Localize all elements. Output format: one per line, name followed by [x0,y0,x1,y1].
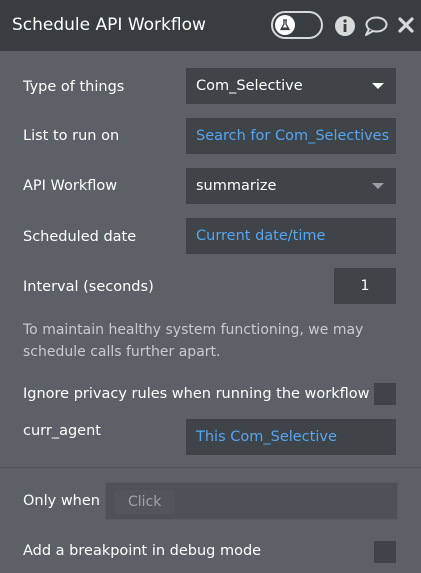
info-icon[interactable] [334,15,356,37]
interval-input[interactable] [334,268,396,304]
close-icon[interactable] [397,15,415,37]
scheduled-date-label: Scheduled date [23,229,137,245]
curr-agent-value: This Com_Selective [196,429,337,445]
breakpoint-checkbox[interactable] [374,541,396,563]
curr-agent-field[interactable]: This Com_Selective [186,419,396,455]
breakpoint-label: Add a breakpoint in debug mode [23,543,262,559]
chevron-down-icon [372,83,384,89]
interval-note: To maintain healthy system functioning, … [23,322,364,360]
flask-icon [279,16,291,35]
type-of-things-dropdown[interactable]: Com_Selective [186,68,396,104]
only-when-click-placeholder[interactable]: Click [114,490,176,514]
type-of-things-label: Type of things [23,79,125,95]
ignore-privacy-label: Ignore privacy rules when running the wo… [23,386,370,402]
section-divider [0,467,421,468]
schedule-api-workflow-panel: Schedule API Workflow s Type of things C… [0,0,421,573]
scheduled-date-value: Current date/time [196,228,326,244]
only-when-expression[interactable]: Click [105,482,398,520]
panel-header: Schedule API Workflow s [0,0,421,51]
only-when-label: Only when [23,493,100,509]
list-to-run-on-label: List to run on [23,128,120,144]
type-of-things-value: Com_Selective [196,78,303,94]
interval-label: Interval (seconds) [23,279,154,295]
panel-title: Schedule API Workflow s [12,15,212,35]
ignore-privacy-checkbox[interactable] [374,383,396,405]
toggle-knob [275,15,295,35]
api-workflow-label: API Workflow [23,178,118,194]
list-to-run-on-value: Search for Com_Selectives [196,128,390,144]
curr-agent-label: curr_agent [23,423,101,439]
api-workflow-value: summarize [196,178,277,194]
scheduled-date-field[interactable]: Current date/time [186,218,396,254]
api-workflow-dropdown[interactable]: summarize [186,168,396,204]
debug-toggle[interactable] [271,11,323,39]
comment-icon[interactable] [364,15,388,37]
list-to-run-on-field[interactable]: Search for Com_Selectives [186,118,396,154]
chevron-down-icon [372,183,384,189]
